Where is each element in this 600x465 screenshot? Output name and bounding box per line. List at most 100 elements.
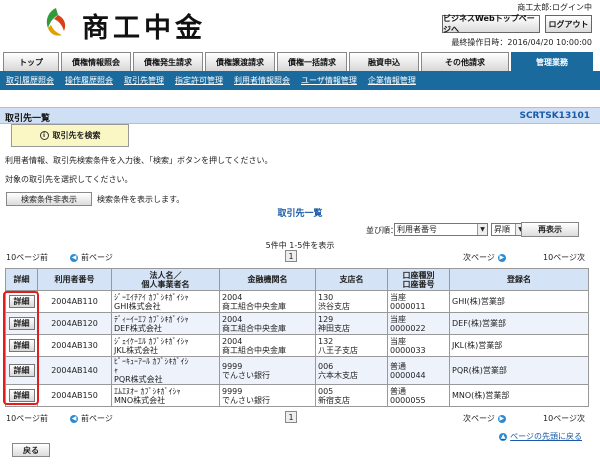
circle-icon: i xyxy=(39,131,49,140)
bank-name-cell: 2004 商工組合中央金庫 xyxy=(219,334,316,357)
detail-cell: 詳細 xyxy=(5,290,38,313)
user-number-cell: 2004AB120 xyxy=(37,312,112,335)
last-operation-time: 最終操作日時：2016/04/20 10:00:00 xyxy=(451,38,592,47)
tab-debt-bulk[interactable]: 債権一括請求 xyxy=(277,52,347,71)
page-number-1[interactable]: 1 xyxy=(285,250,297,262)
page-title-bar: 取引先一覧 SCRTSK13101 xyxy=(0,107,600,124)
arrow-left-icon: ◀ xyxy=(70,253,78,262)
prev-page: ◀ 前ページ xyxy=(67,413,113,424)
logo-text: 商工中金 xyxy=(82,13,206,44)
table-row: 詳細 2004AB140 ﾋﾟｰｷｭｰｱｰﾙ ｶﾌﾞｼｷｶﾞｲｼ ｬ PQR株式会社… xyxy=(5,356,589,385)
detail-cell: 詳細 xyxy=(5,356,38,385)
tab-admin[interactable]: 管理業務 xyxy=(511,52,593,71)
subnav-permission-management[interactable]: 指定許可管理 xyxy=(175,75,223,86)
next-page-label: 次ページ xyxy=(463,253,495,262)
detail-cell: 詳細 xyxy=(5,312,38,335)
table-row: 詳細 2004AB150 ｴﾑｴﾇｵｰ ｶﾌﾞｼｷｶﾞｲｼｬ MNO株式会社 9999… xyxy=(5,384,589,407)
col-user-number: 利用者番号 xyxy=(37,268,112,291)
arrow-left-icon: ◀ xyxy=(70,414,78,423)
screen-id: SCRTSK13101 xyxy=(519,111,590,121)
next-10-pages: 10ページ次 xyxy=(543,414,586,423)
arrow-right-icon: ▶ xyxy=(497,253,506,262)
company-name-cell: ｼﾞｪｲｹｰｴﾙ ｶﾌﾞｼｷｶﾞｲｼｬ JKL株式会社 xyxy=(111,334,220,357)
col-company-name: 法人名／ 個人事業者名 xyxy=(111,268,220,291)
subnav-user-info[interactable]: 利用者情報照会 xyxy=(234,75,290,86)
subnav-client-management[interactable]: 取引先管理 xyxy=(124,75,164,86)
branch-name-cell: 132 八王子支店 xyxy=(315,334,388,357)
table-row: 詳細 2004AB120 ﾃﾞｨｰｲｰｴﾌ ｶﾌﾞｼｷｶﾞｲｼｬ DEF株式会社 20… xyxy=(5,312,589,335)
arrow-up-icon: ▲ xyxy=(499,432,508,441)
detail-button[interactable]: 詳細 xyxy=(8,389,35,402)
account-cell: 当座 0000033 xyxy=(387,334,450,357)
tab-debt-inquiry[interactable]: 債権情報照会 xyxy=(61,52,131,71)
branch-name-cell: 130 渋谷支店 xyxy=(315,290,388,313)
back-to-top-label: ページの先頭に戻る xyxy=(510,432,582,441)
header: 商工中金 商工太郎:ログイン中 ビジネスWebトップページへ ログアウト 最終操… xyxy=(0,0,600,52)
user-number-cell: 2004AB140 xyxy=(37,356,112,385)
arrow-right-icon: ▶ xyxy=(497,414,506,423)
registered-name-cell: MNO(株)営業部 xyxy=(449,384,589,407)
table-row: 詳細 2004AB130 ｼﾞｪｲｹｰｴﾙ ｶﾌﾞｼｷｶﾞｲｼｬ JKL株式会社 20… xyxy=(5,334,589,357)
detail-button[interactable]: 詳細 xyxy=(8,364,35,377)
col-account: 口座種別 口座番号 xyxy=(387,268,450,291)
company-name-cell: ﾋﾟｰｷｭｰｱｰﾙ ｶﾌﾞｼｷｶﾞｲｼ ｬ PQR株式会社 xyxy=(111,356,220,385)
tab-debt-transfer[interactable]: 債権譲渡請求 xyxy=(205,52,275,71)
detail-button[interactable]: 詳細 xyxy=(8,317,35,330)
tab-other[interactable]: その他請求 xyxy=(421,52,509,71)
toggle-note: 検索条件を表示します。 xyxy=(97,195,185,204)
search-clients-button[interactable]: i 取引先を検索 xyxy=(11,124,129,147)
detail-button[interactable]: 詳細 xyxy=(8,339,35,352)
tab-top[interactable]: トップ xyxy=(3,52,59,71)
user-info: 商工太郎:ログイン中 xyxy=(517,3,592,12)
instruction-text-2: 対象の取引先を選択してください。 xyxy=(5,175,133,184)
biz-web-top-button[interactable]: ビジネスWebトップページへ xyxy=(442,14,540,34)
detail-button[interactable]: 詳細 xyxy=(8,295,35,308)
subnav-user-management[interactable]: ユーザ情報管理 xyxy=(301,75,357,86)
back-to-top-link[interactable]: ▲ ページの先頭に戻る xyxy=(496,431,582,442)
branch-name-cell: 005 新宿支店 xyxy=(315,384,388,407)
account-cell: 普通 0000055 xyxy=(387,384,450,407)
account-cell: 当座 0000011 xyxy=(387,290,450,313)
col-branch-name: 支店名 xyxy=(315,268,388,291)
table-header-row: 詳細 利用者番号 法人名／ 個人事業者名 金融機関名 支店名 口座種別 口座番号… xyxy=(5,268,589,291)
branch-name-cell: 129 神田支店 xyxy=(315,312,388,335)
detail-cell: 詳細 xyxy=(5,334,38,357)
order-select-value: 昇順 xyxy=(494,225,510,234)
tab-debt-issue[interactable]: 債権発生請求 xyxy=(133,52,203,71)
sort-select-value: 利用者番号 xyxy=(397,225,437,234)
col-registered-name: 登録名 xyxy=(449,268,589,291)
bank-name-cell: 2004 商工組合中央金庫 xyxy=(219,290,316,313)
chevron-down-icon: ▼ xyxy=(477,224,487,235)
table-row: 詳細 2004AB110 ｼﾞｰｴｲﾁｱｲ ｶﾌﾞｼｷｶﾞｲｼｬ GHI株式会社 20… xyxy=(5,290,589,313)
back-button[interactable]: 戻る xyxy=(12,443,50,457)
client-table: 詳細 利用者番号 法人名／ 個人事業者名 金融機関名 支店名 口座種別 口座番号… xyxy=(5,268,589,407)
next-page-label: 次ページ xyxy=(463,414,495,423)
next-10-pages: 10ページ次 xyxy=(543,253,586,262)
pager-top: 10ページ前 ◀ 前ページ 1 次ページ ▶ 10ページ次 xyxy=(0,250,600,264)
instruction-text-1: 利用者情報、取引先検索条件を入力後、「検索」ボタンを押してください。 xyxy=(5,156,273,165)
next-page: 次ページ ▶ xyxy=(463,413,509,424)
prev-page: ◀ 前ページ xyxy=(67,252,113,263)
user-number-cell: 2004AB130 xyxy=(37,334,112,357)
sort-select[interactable]: 利用者番号 ▼ xyxy=(394,223,488,236)
registered-name-cell: DEF(株)営業部 xyxy=(449,312,589,335)
registered-name-cell: GHI(株)営業部 xyxy=(449,290,589,313)
user-number-cell: 2004AB150 xyxy=(37,384,112,407)
subnav-operation-history[interactable]: 操作履歴照会 xyxy=(65,75,113,86)
redisplay-button[interactable]: 再表示 xyxy=(521,222,579,237)
account-cell: 当座 0000022 xyxy=(387,312,450,335)
bank-name-cell: 2004 商工組合中央金庫 xyxy=(219,312,316,335)
pager-bottom: 10ページ前 ◀ 前ページ 1 次ページ ▶ 10ページ次 xyxy=(0,411,600,425)
registered-name-cell: JKL(株)営業部 xyxy=(449,334,589,357)
prev-page-label: 前ページ xyxy=(81,414,113,423)
subnav-company-info[interactable]: 企業情報管理 xyxy=(368,75,416,86)
tab-loan[interactable]: 融資申込 xyxy=(349,52,419,71)
toggle-search-conditions-button[interactable]: 検索条件非表示 xyxy=(6,192,92,206)
sub-navigation: 取引履歴照会 操作履歴照会 取引先管理 指定許可管理 利用者情報照会 ユーザ情報… xyxy=(0,71,600,90)
detail-cell: 詳細 xyxy=(5,384,38,407)
branch-name-cell: 006 六本木支店 xyxy=(315,356,388,385)
page-number-1[interactable]: 1 xyxy=(285,411,297,423)
logout-button[interactable]: ログアウト xyxy=(545,15,592,33)
search-clients-label: 取引先を検索 xyxy=(52,131,101,140)
subnav-transaction-history[interactable]: 取引履歴照会 xyxy=(6,75,54,86)
